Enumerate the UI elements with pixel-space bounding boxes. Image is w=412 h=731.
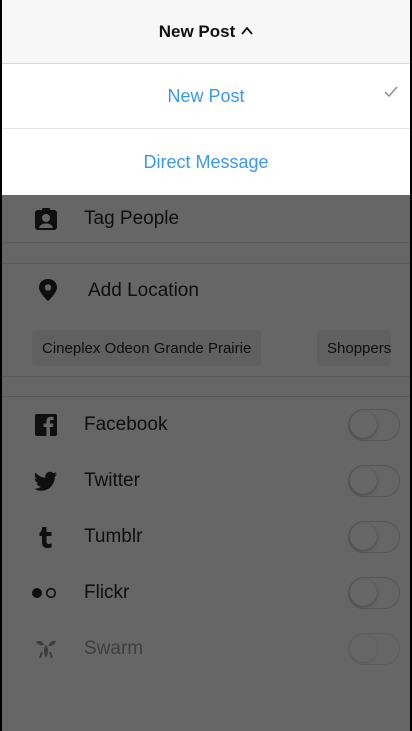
divider — [0, 242, 412, 243]
share-label: Facebook — [84, 414, 168, 435]
share-row-twitter: Twitter — [0, 453, 412, 509]
chevron-up-icon — [241, 26, 253, 35]
location-pin-icon — [39, 279, 57, 301]
swarm-icon — [36, 640, 56, 659]
post-type-header[interactable]: New Post — [0, 0, 412, 64]
left-edge — [0, 0, 2, 731]
twitter-toggle[interactable] — [348, 465, 400, 497]
divider — [0, 376, 412, 377]
add-location-label: Add Location — [88, 280, 199, 301]
toggle-knob — [350, 579, 377, 606]
checkmark-icon — [384, 86, 398, 98]
toggle-knob — [350, 411, 377, 438]
toggle-knob — [350, 467, 377, 494]
tag-people-label: Tag People — [84, 208, 180, 229]
twitter-icon — [34, 471, 57, 491]
toggle-knob — [350, 635, 377, 662]
share-label: Twitter — [84, 470, 140, 491]
share-row-flickr: Flickr — [0, 565, 412, 621]
header-title: New Post — [158, 21, 236, 41]
menu-item-direct-message[interactable]: Direct Message — [0, 129, 412, 195]
swarm-toggle[interactable] — [348, 633, 400, 665]
post-type-menu: New Post Direct Message — [0, 64, 412, 195]
facebook-icon — [35, 414, 57, 436]
share-label: Swarm — [84, 638, 144, 659]
location-suggestion-chip[interactable]: Shoppers — [317, 330, 392, 366]
tumblr-toggle[interactable] — [348, 521, 400, 553]
share-row-facebook: Facebook — [0, 397, 412, 453]
flickr-icon — [32, 587, 57, 599]
facebook-toggle[interactable] — [348, 409, 400, 441]
toggle-knob — [350, 523, 377, 550]
location-suggestion-chip[interactable]: Cineplex Odeon Grande Prairie — [32, 330, 262, 366]
screen: New Post New Post Direct Message Tag Peo… — [0, 0, 412, 731]
tumblr-icon — [39, 527, 52, 549]
menu-item-label: Direct Message — [143, 151, 269, 172]
tag-people-row[interactable]: Tag People — [0, 196, 412, 242]
person-tag-icon — [35, 208, 57, 230]
share-label: Tumblr — [84, 526, 143, 547]
menu-item-label: New Post — [167, 85, 245, 106]
share-row-swarm: Swarm — [0, 621, 412, 677]
flickr-toggle[interactable] — [348, 577, 400, 609]
menu-item-new-post[interactable]: New Post — [0, 64, 412, 129]
share-label: Flickr — [84, 582, 130, 603]
add-location-row[interactable]: Add Location — [0, 264, 412, 318]
share-row-tumblr: Tumblr — [0, 509, 412, 565]
